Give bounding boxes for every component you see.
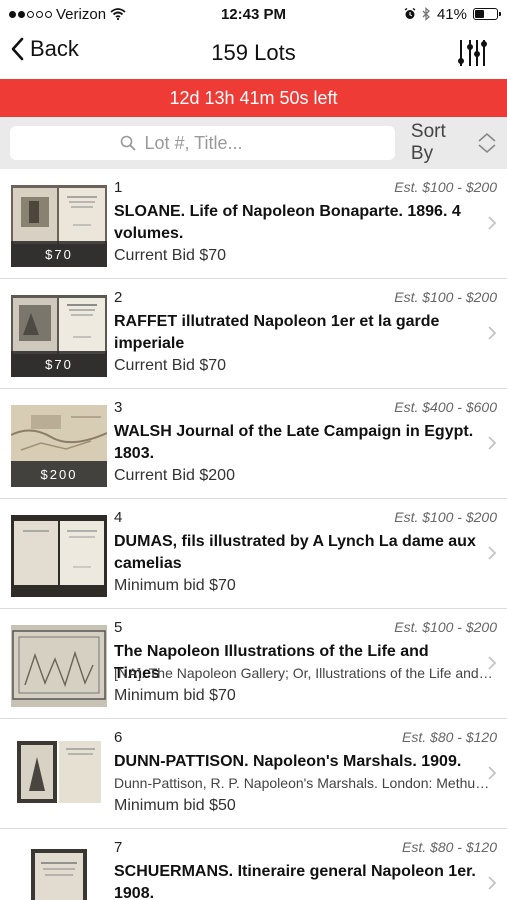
lot-bid: Current Bid $200 [114, 467, 235, 484]
lot-bid: Current Bid $70 [114, 357, 227, 374]
status-bar: Verizon 12:43 PM 41% [0, 0, 507, 28]
sort-by-button[interactable]: Sort By [411, 121, 497, 165]
lot-title: SLOANE. Life of Napoleon Bonaparte. 1896… [114, 203, 461, 242]
status-right: 41% [404, 5, 501, 23]
lot-bid: Minimum bid $70 [114, 577, 236, 594]
lot-row[interactable]: 7 Est. $80 - $120 SCHUERMANS. Itineraire… [0, 829, 507, 900]
lot-estimate: Est. $80 - $120 [402, 839, 497, 855]
lot-estimate: Est. $400 - $600 [394, 399, 497, 415]
lot-number: 6 [114, 729, 123, 746]
lot-thumbnail: $70 [11, 295, 107, 377]
lot-estimate: Est. $100 - $200 [394, 619, 497, 635]
lot-description: [NA]. The Napoleon Gallery; Or, Illustra… [114, 665, 494, 681]
lot-list: $70 1 Est. $100 - $200 SLOANE. Life of N… [0, 169, 507, 900]
sort-by-label: Sort By [410, 121, 446, 164]
auction-countdown-banner: 12d 13h 41m 50s left [0, 79, 507, 117]
search-icon [121, 135, 136, 151]
lot-row[interactable]: $200 3 Est. $400 - $600 WALSH Journal of… [0, 389, 507, 499]
search-input[interactable] [144, 132, 285, 154]
lot-thumbnail [11, 845, 107, 900]
lot-title: DUNN-PATTISON. Napoleon's Marshals. 1909… [114, 753, 462, 770]
lot-row[interactable]: 4 Est. $100 - $200 DUMAS, fils illustrat… [0, 499, 507, 609]
current-bid-tag: $70 [11, 351, 107, 377]
chevron-right-icon [488, 656, 497, 670]
page-title: 159 Lots [211, 40, 296, 65]
lot-bid: Minimum bid $50 [114, 797, 236, 814]
current-bid-tag: $200 [11, 461, 107, 487]
lot-number: 4 [114, 509, 123, 526]
lot-row[interactable]: $70 2 Est. $100 - $200 RAFFET illutrated… [0, 279, 507, 389]
lot-row[interactable]: 6 Est. $80 - $120 DUNN-PATTISON. Napoleo… [0, 719, 507, 829]
navigation-bar: Back 159 Lots [0, 28, 507, 78]
bluetooth-icon [422, 7, 430, 21]
lot-title: DUMAS, fils illustrated by A Lynch La da… [114, 533, 476, 572]
filter-button[interactable] [457, 38, 487, 73]
lot-estimate: Est. $80 - $120 [402, 729, 497, 745]
lot-number: 7 [114, 839, 123, 856]
chevron-left-icon [11, 37, 24, 61]
lot-number: 3 [114, 399, 123, 416]
lot-bid: Minimum bid $70 [114, 687, 236, 704]
lot-thumbnail [11, 735, 107, 817]
lot-estimate: Est. $100 - $200 [394, 509, 497, 525]
lot-number: 1 [114, 179, 123, 196]
wifi-icon [110, 8, 126, 20]
lot-estimate: Est. $100 - $200 [394, 179, 497, 195]
sliders-icon [458, 40, 487, 66]
signal-strength-icon [9, 10, 52, 18]
lot-thumbnail: $200 [11, 405, 107, 487]
lot-thumbnail [11, 515, 107, 597]
lot-number: 5 [114, 619, 123, 636]
alarm-icon [404, 8, 416, 19]
lot-number: 2 [114, 289, 123, 306]
chevron-right-icon [488, 876, 497, 890]
lot-bid: Current Bid $70 [114, 247, 227, 264]
chevron-right-icon [488, 546, 497, 560]
chevron-right-icon [488, 436, 497, 450]
chevron-right-icon [488, 216, 497, 230]
search-bar-row: Sort By [0, 117, 507, 169]
sort-updown-icon [478, 132, 496, 154]
lot-row[interactable]: 5 Est. $100 - $200 The Napoleon Illustra… [0, 609, 507, 719]
battery-percent: 41% [436, 5, 467, 23]
lot-title: WALSH Journal of the Late Campaign in Eg… [114, 423, 474, 462]
current-bid-tag: $70 [11, 241, 107, 267]
back-button[interactable]: Back [10, 36, 79, 62]
carrier-info: Verizon [9, 6, 126, 23]
chevron-right-icon [488, 326, 497, 340]
chevron-right-icon [488, 766, 497, 780]
lot-thumbnail [11, 625, 107, 707]
search-box[interactable] [10, 126, 395, 160]
lot-estimate: Est. $100 - $200 [394, 289, 497, 305]
back-label: Back [30, 36, 79, 61]
carrier-name: Verizon [56, 5, 107, 23]
lot-title: SCHUERMANS. Itineraire general Napoleon … [114, 863, 476, 900]
lot-row[interactable]: $70 1 Est. $100 - $200 SLOANE. Life of N… [0, 169, 507, 279]
battery-icon [473, 8, 501, 20]
lot-title: RAFFET illutrated Napoleon 1er et la gar… [114, 313, 440, 352]
lot-thumbnail: $70 [11, 185, 107, 267]
lot-description: Dunn-Pattison, R. P. Napoleon's Marshals… [114, 775, 494, 791]
